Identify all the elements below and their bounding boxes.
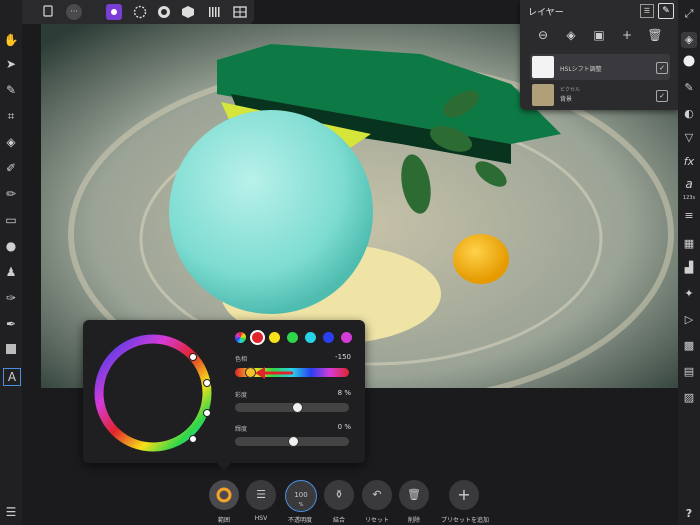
transform-icon[interactable]: ✦ — [681, 286, 697, 302]
delete-layer-icon[interactable]: 🗑 — [646, 26, 664, 44]
reset-button[interactable]: ↶ — [362, 480, 392, 510]
layer-name: 背景 — [560, 96, 573, 103]
adjustment-icon[interactable]: ◐ — [681, 106, 697, 122]
eraser-icon[interactable]: ▭ — [3, 212, 19, 228]
grid-icon[interactable] — [232, 4, 248, 20]
right-toolbar: ⤢ ◈ ✎ ◐ ▽ fx a 123s ≡ ▦ ▟ ✦ ▷ ▩ ▤ ▨ ? — [678, 0, 700, 525]
stock-icon[interactable]: ≡ — [681, 208, 697, 224]
luminosity-slider-knob[interactable] — [287, 436, 299, 447]
layer-kind: ピクセル — [560, 87, 581, 93]
brush-icon[interactable]: ✎ — [681, 80, 697, 96]
left-toolbar: ✋ ➤ ✎ ⌗ ◈ ✐ ✏ ▭ ● ♟ ✑ ✒ A ☰ — [0, 0, 22, 525]
settings-icon[interactable]: ☰ — [3, 504, 19, 520]
crop-icon[interactable]: ⌗ — [3, 108, 19, 124]
swatch-magenta[interactable] — [341, 332, 352, 343]
swatch-cyan[interactable] — [305, 332, 316, 343]
saturation-label: 彩度 — [235, 392, 248, 399]
saturation-value: 8 % — [337, 389, 351, 397]
add-preset-button[interactable]: + — [449, 480, 479, 510]
layers-panel-title: レイヤー — [528, 8, 564, 18]
swatch-yellow[interactable] — [269, 332, 280, 343]
expand-icon[interactable]: ⤢ — [681, 6, 697, 22]
layer-options-icon[interactable]: ⊖ — [534, 26, 552, 44]
color-icon[interactable] — [681, 54, 697, 70]
macro-icon[interactable]: ▤ — [681, 364, 697, 380]
merge-button[interactable]: ⚱ — [324, 480, 354, 510]
hsl-popup: 色相 -150 彩度 8 % 輝度 0 % — [83, 320, 365, 463]
stack-icon[interactable]: ◈ — [562, 26, 580, 44]
rectangle-icon[interactable] — [3, 342, 19, 358]
photo-persona-icon[interactable] — [106, 4, 122, 20]
swatch-red[interactable] — [252, 332, 263, 343]
info-icon[interactable]: ▨ — [681, 390, 697, 406]
saturation-slider[interactable] — [235, 402, 349, 413]
fill-icon[interactable]: ◈ — [3, 134, 19, 150]
layer-visibility-checkbox[interactable]: ✓ — [656, 62, 668, 74]
selection-brush-icon[interactable]: ✐ — [3, 160, 19, 176]
add-preset-label: プリセットを追加 — [440, 517, 489, 524]
clone-icon[interactable]: ♟ — [3, 264, 19, 280]
glyph-sub-label: 123s — [682, 195, 696, 201]
range-button[interactable] — [209, 480, 239, 510]
export-persona-icon[interactable] — [206, 4, 222, 20]
tone-mapping-persona-icon[interactable] — [180, 4, 196, 20]
pin-icon[interactable]: ✎ — [658, 3, 674, 19]
luminosity-slider[interactable] — [235, 436, 349, 447]
range-handle[interactable] — [203, 379, 211, 387]
range-handle[interactable] — [189, 435, 197, 443]
layer-name: HSLシフト調整 — [560, 66, 602, 73]
layer-thumbnail — [532, 84, 554, 106]
document-icon[interactable] — [40, 4, 56, 20]
dodge-icon[interactable]: ● — [3, 238, 19, 254]
blemish-icon[interactable]: ✒ — [3, 316, 19, 332]
help-icon[interactable]: ? — [681, 506, 697, 522]
layers-panel: レイヤー ☰ ✎ ⊖ ◈ ▣ + 🗑 HSLシフト調整 ✓ ピクセル 背景 ✓ — [520, 0, 678, 110]
add-layer-icon[interactable]: + — [618, 26, 636, 44]
opacity-unit: % — [298, 502, 304, 508]
opacity-dial[interactable]: 100 % — [285, 480, 317, 512]
hand-icon[interactable]: ✋ — [3, 32, 19, 48]
hue-value: -150 — [335, 353, 351, 361]
layer-thumbnail — [532, 56, 554, 78]
red-arrow-annotation — [255, 367, 293, 379]
paint-brush-icon[interactable]: ✏ — [3, 186, 19, 202]
luminosity-label: 輝度 — [235, 426, 248, 433]
delete-button[interactable]: 🗑 — [399, 480, 429, 510]
swatches-icon[interactable]: ▩ — [681, 338, 697, 354]
swatch-all[interactable] — [235, 332, 246, 343]
layer-visibility-checkbox[interactable]: ✓ — [656, 90, 668, 102]
play-icon[interactable]: ▷ — [681, 312, 697, 328]
top-toolbar: ··· — [22, 0, 254, 24]
saturation-slider-knob[interactable] — [291, 402, 303, 413]
opacity-value: 100 — [294, 491, 308, 499]
inpaint-icon[interactable]: ✑ — [3, 290, 19, 306]
text-icon[interactable]: A — [3, 368, 21, 386]
fx-icon[interactable]: fx — [681, 154, 697, 170]
color-picker-icon[interactable]: ✎ — [3, 82, 19, 98]
layer-row[interactable]: HSLシフト調整 ✓ — [530, 54, 670, 80]
swatch-green[interactable] — [287, 332, 298, 343]
develop-persona-icon[interactable] — [156, 4, 172, 20]
liquify-persona-icon[interactable] — [132, 4, 148, 20]
more-button[interactable]: ··· — [66, 4, 82, 20]
swatch-blue[interactable] — [323, 332, 334, 343]
luminosity-value: 0 % — [337, 423, 351, 431]
hue-label: 色相 — [235, 356, 248, 363]
hsv-button[interactable]: ☰ — [246, 480, 276, 510]
channels-icon[interactable]: ▦ — [681, 236, 697, 252]
move-icon[interactable]: ➤ — [3, 56, 19, 72]
mask-icon[interactable]: ▣ — [590, 26, 608, 44]
list-view-icon[interactable]: ☰ — [640, 4, 654, 18]
popup-pointer — [216, 462, 232, 471]
layers-icon[interactable]: ◈ — [681, 32, 697, 48]
layer-row[interactable]: ピクセル 背景 ✓ — [530, 82, 670, 108]
range-handle[interactable] — [203, 409, 211, 417]
navigator-icon[interactable]: ▽ — [681, 130, 697, 146]
hue-range-wheel[interactable] — [91, 331, 215, 455]
range-handle[interactable] — [189, 353, 197, 361]
histogram-icon[interactable]: ▟ — [681, 260, 697, 276]
